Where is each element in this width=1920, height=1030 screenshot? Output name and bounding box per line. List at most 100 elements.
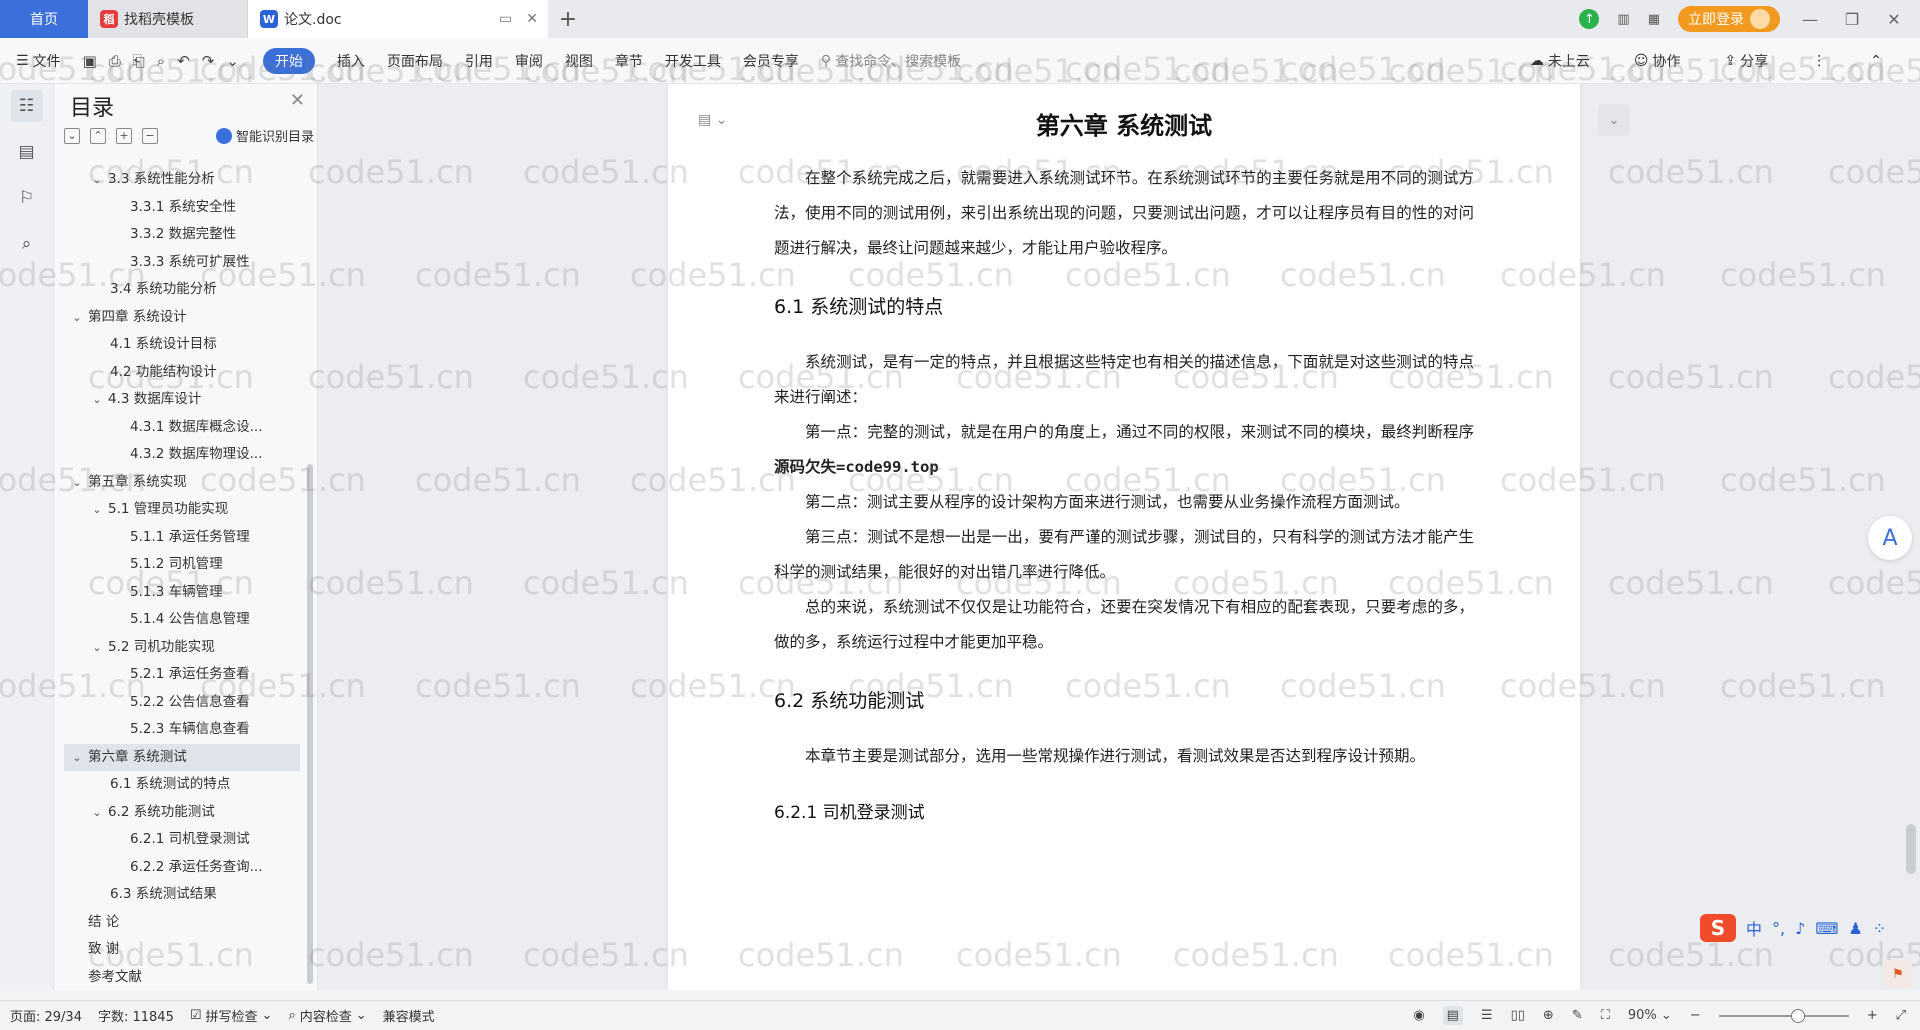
toc-item[interactable]: 6.2.1 司机登录测试 <box>64 826 300 854</box>
toc-item[interactable]: 5.1.2 司机管理 <box>64 551 300 579</box>
tab-developer[interactable]: 开发工具 <box>665 51 721 71</box>
collaborate-button[interactable]: ☺ 协作 <box>1634 51 1681 71</box>
toc-item[interactable]: ⌄ 4.3 数据库设计 <box>64 386 300 414</box>
feedback-icon[interactable]: ⚑ <box>1884 960 1912 988</box>
preview-icon[interactable]: ⌕ <box>157 52 165 70</box>
expand-all-icon[interactable]: ⌄ <box>64 127 80 144</box>
chevron-down-icon[interactable]: ⌄ <box>70 304 84 332</box>
command-search[interactable]: ⚲ 查找命令、搜索模板 <box>821 51 961 71</box>
spell-check-button[interactable]: ☑ 拼写检查 ⌄ <box>190 1006 273 1025</box>
restore-icon[interactable]: ❐ <box>1840 10 1864 29</box>
chapter-nav-icon[interactable]: ▤ <box>11 136 43 168</box>
toc-item[interactable]: ⌄ 3.3 系统性能分析 <box>64 166 300 194</box>
layout-icon[interactable]: ▥ <box>1617 12 1629 27</box>
assistant-float-button[interactable]: A <box>1868 516 1912 560</box>
toc-item[interactable]: 4.3.1 数据库概念设... <box>64 414 300 442</box>
content-check-button[interactable]: ⌕ 内容检查 ⌄ <box>288 1006 366 1025</box>
ime-lang[interactable]: 中 <box>1746 916 1762 940</box>
microphone-icon[interactable]: ♪ <box>1795 919 1805 938</box>
cloud-status-button[interactable]: ☁ 未上云 <box>1530 51 1590 71</box>
redo-icon[interactable]: ↷ <box>202 52 215 70</box>
page-options-icon[interactable]: ▤ ⌄ <box>698 112 727 128</box>
page-indicator[interactable]: 页面: 29/34 <box>10 1006 82 1025</box>
new-tab-button[interactable]: + <box>548 7 588 32</box>
toc-item[interactable]: 5.1.1 承运任务管理 <box>64 524 300 552</box>
toc-item[interactable]: 5.2.1 承运任务查看 <box>64 661 300 689</box>
toc-item[interactable]: 6.3 系统测试结果 <box>64 881 300 909</box>
toc-item[interactable]: 3.3.2 数据完整性 <box>64 221 300 249</box>
toc-item[interactable]: 5.1.3 车辆管理 <box>64 579 300 607</box>
file-menu[interactable]: ☰ 文件 <box>16 51 61 71</box>
word-count[interactable]: 字数: 11845 <box>98 1006 174 1025</box>
toc-scrollbar[interactable] <box>307 464 313 984</box>
toc-item[interactable]: 3.3.3 系统可扩展性 <box>64 249 300 277</box>
tab-view[interactable]: 视图 <box>565 51 593 71</box>
chevron-down-icon[interactable]: ⌄ <box>226 52 239 70</box>
ime-punct[interactable]: °, <box>1772 919 1785 938</box>
toc-item[interactable]: 参考文献 <box>64 964 300 987</box>
eye-protect-icon[interactable]: ◉ <box>1413 1008 1424 1023</box>
grid-icon[interactable]: ▦ <box>1648 12 1660 27</box>
tab-page-layout[interactable]: 页面布局 <box>387 51 443 71</box>
upload-icon[interactable]: ↑ <box>1579 9 1600 29</box>
side-panel-toggle-icon[interactable]: ⌄ <box>1598 104 1630 136</box>
tab-start[interactable]: 开始 <box>262 47 315 74</box>
shirt-icon[interactable]: ♟ <box>1848 919 1862 938</box>
toc-item[interactable]: ⌄ 第四章 系统设计 <box>64 304 300 332</box>
chevron-down-icon[interactable]: ⌄ <box>90 386 104 414</box>
toc-item[interactable]: 3.4 系统功能分析 <box>64 276 300 304</box>
tab-daoke-templates[interactable]: 稻 找稻壳模板 <box>88 0 248 38</box>
find-icon[interactable]: ⌕ <box>11 228 43 260</box>
toc-item[interactable]: 3.3.1 系统安全性 <box>64 194 300 222</box>
outline-view-icon[interactable]: ☰ <box>1481 1008 1493 1023</box>
apps-icon[interactable]: ⁘ <box>1873 919 1886 938</box>
tab-chapter[interactable]: 章节 <box>615 51 643 71</box>
zoom-slider-knob[interactable] <box>1790 1008 1805 1023</box>
pen-icon[interactable]: ✎ <box>1572 1008 1583 1023</box>
document-page[interactable]: ▤ ⌄ 第六章 系统测试 在整个系统完成之后，就需要进入系统测试环节。在系统测试… <box>668 84 1580 990</box>
page-view-icon[interactable]: ▤ <box>1442 1006 1463 1025</box>
web-view-icon[interactable]: ⊕ <box>1543 1008 1554 1023</box>
login-button[interactable]: 立即登录 <box>1678 6 1780 32</box>
fit-page-icon[interactable]: ⛶ <box>1601 1008 1610 1023</box>
tab-insert[interactable]: 插入 <box>337 51 365 71</box>
toc-panel-icon[interactable]: ☷ <box>10 90 43 122</box>
smart-toc-button[interactable]: 智能识别目录 <box>215 126 314 145</box>
zoom-out-icon[interactable]: − <box>1690 1008 1701 1023</box>
chevron-down-icon[interactable]: ⌄ <box>70 469 84 497</box>
toc-item[interactable]: ⌄ 6.2 系统功能测试 <box>64 799 300 827</box>
window-close-icon[interactable]: ✕ <box>1882 10 1906 29</box>
save-icon[interactable]: ▣ <box>83 52 97 70</box>
tab-document[interactable]: W 论文.doc ▭ ✕ <box>248 0 548 38</box>
chevron-down-icon[interactable]: ⌄ <box>90 166 104 194</box>
zoom-slider[interactable] <box>1718 1008 1849 1023</box>
more-icon[interactable]: ⋮ <box>1812 53 1826 69</box>
toc-item[interactable]: 6.2.2 承运任务查询... <box>64 854 300 882</box>
screen-icon[interactable]: ▭ <box>499 11 512 27</box>
chevron-down-icon[interactable]: ⌄ <box>90 799 104 827</box>
close-icon[interactable]: ✕ <box>526 11 538 27</box>
toc-item[interactable]: 结 论 <box>64 909 300 937</box>
toc-item[interactable]: ⌄ 5.2 司机功能实现 <box>64 634 300 662</box>
remove-heading-icon[interactable]: − <box>142 127 158 144</box>
tab-member[interactable]: 会员专享 <box>743 51 799 71</box>
toc-item[interactable]: 6.1 系统测试的特点 <box>64 771 300 799</box>
print-icon[interactable]: ⎗ <box>133 52 145 70</box>
toc-item[interactable]: 致 谢 <box>64 936 300 964</box>
collapse-ribbon-icon[interactable]: ⌃ <box>1870 53 1882 69</box>
bookmark-icon[interactable]: ⚐ <box>11 182 43 214</box>
share-button[interactable]: ⇪ 分享 <box>1725 51 1769 71</box>
toc-item[interactable]: 4.2 功能结构设计 <box>64 359 300 387</box>
toc-item[interactable]: ⌄ 第六章 系统测试 <box>64 743 300 771</box>
document-scrollbar[interactable] <box>1906 824 1916 874</box>
zoom-in-icon[interactable]: + <box>1867 1008 1878 1023</box>
toc-item[interactable]: 4.1 系统设计目标 <box>64 331 300 359</box>
toc-item[interactable]: 5.2.3 车辆信息查看 <box>64 716 300 744</box>
chevron-down-icon[interactable]: ⌄ <box>90 496 104 524</box>
keyboard-icon[interactable]: ⌨ <box>1815 919 1838 938</box>
tab-review[interactable]: 审阅 <box>515 51 543 71</box>
read-view-icon[interactable]: ▯▯ <box>1511 1008 1525 1023</box>
sogou-icon[interactable]: S <box>1700 914 1736 942</box>
add-heading-icon[interactable]: + <box>116 127 132 144</box>
toc-close-icon[interactable]: ✕ <box>290 90 305 111</box>
